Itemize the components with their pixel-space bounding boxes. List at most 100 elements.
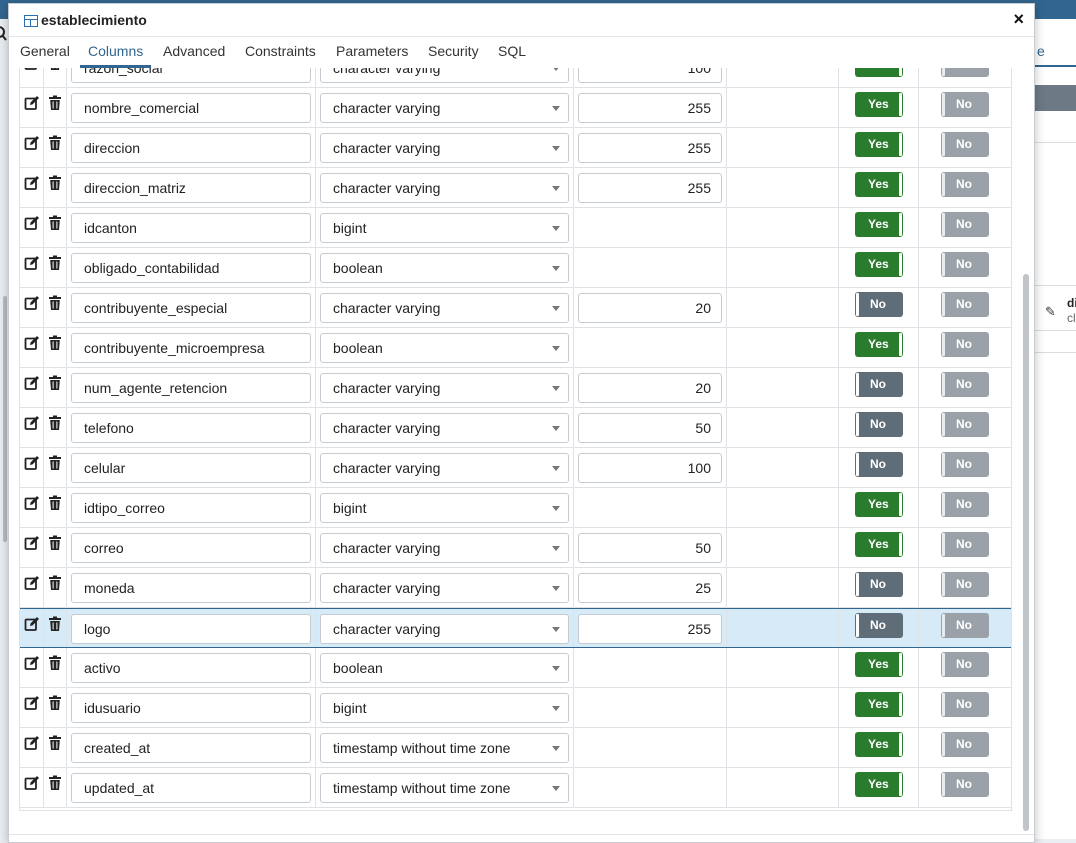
trash-icon[interactable] (48, 695, 62, 711)
tab-parameters[interactable]: Parameters (336, 38, 408, 68)
data-type-select[interactable]: character varying (320, 413, 569, 443)
primary-key-toggle[interactable]: No (941, 572, 989, 597)
data-type-select[interactable]: boolean (320, 333, 569, 363)
primary-key-toggle[interactable]: No (941, 492, 989, 517)
not-null-toggle[interactable]: Yes (855, 252, 903, 277)
column-name-input[interactable] (71, 773, 311, 803)
data-type-select[interactable]: timestamp without time zone (320, 733, 569, 763)
trash-icon[interactable] (48, 95, 62, 111)
length-input[interactable] (578, 173, 722, 203)
length-input[interactable] (578, 68, 722, 83)
primary-key-toggle[interactable]: No (941, 532, 989, 557)
edit-icon[interactable] (24, 68, 40, 71)
trash-icon[interactable] (48, 535, 62, 551)
column-row[interactable]: bigint Yes No (20, 208, 1011, 248)
trash-icon[interactable] (48, 375, 62, 391)
column-name-input[interactable] (71, 573, 311, 603)
edit-icon[interactable] (24, 695, 40, 711)
edit-icon[interactable] (24, 135, 40, 151)
column-name-input[interactable] (71, 173, 311, 203)
tab-general[interactable]: General (20, 38, 70, 68)
column-name-input[interactable] (71, 614, 311, 644)
primary-key-toggle[interactable]: No (941, 68, 989, 77)
not-null-toggle[interactable]: Yes (855, 332, 903, 357)
primary-key-toggle[interactable]: No (941, 372, 989, 397)
column-row[interactable]: character varying Yes No (20, 88, 1011, 128)
column-row[interactable]: timestamp without time zone Yes No (20, 768, 1011, 808)
background-tab-fragment[interactable]: e (1035, 35, 1076, 67)
column-row[interactable]: boolean Yes No (20, 328, 1011, 368)
column-row[interactable]: character varying No No (20, 288, 1011, 328)
column-name-input[interactable] (71, 68, 311, 83)
trash-icon[interactable] (48, 335, 62, 351)
trash-icon[interactable] (48, 616, 62, 632)
length-input[interactable] (578, 133, 722, 163)
edit-icon[interactable] (24, 255, 40, 271)
column-row[interactable]: boolean Yes No (20, 248, 1011, 288)
edit-icon[interactable] (24, 495, 40, 511)
close-icon[interactable]: × (1013, 9, 1024, 30)
trash-icon[interactable] (48, 575, 62, 591)
not-null-toggle[interactable]: Yes (855, 732, 903, 757)
column-row[interactable]: character varying Yes No (20, 128, 1011, 168)
tab-security[interactable]: Security (428, 38, 479, 68)
column-name-input[interactable] (71, 693, 311, 723)
tab-sql[interactable]: SQL (498, 38, 526, 68)
trash-icon[interactable] (48, 135, 62, 151)
data-type-select[interactable]: boolean (320, 653, 569, 683)
columns-scrollbar-thumb[interactable] (1023, 274, 1029, 831)
column-row[interactable]: character varying No No (20, 448, 1011, 488)
not-null-toggle[interactable]: No (855, 452, 903, 477)
column-name-input[interactable] (71, 293, 311, 323)
pencil-icon[interactable]: ✎ (1045, 304, 1056, 320)
trash-icon[interactable] (48, 415, 62, 431)
data-type-select[interactable]: timestamp without time zone (320, 773, 569, 803)
background-scrollbar[interactable] (3, 296, 7, 542)
column-name-input[interactable] (71, 213, 311, 243)
not-null-toggle[interactable]: Yes (855, 212, 903, 237)
length-input[interactable] (578, 533, 722, 563)
column-name-input[interactable] (71, 453, 311, 483)
primary-key-toggle[interactable]: No (941, 412, 989, 437)
edit-icon[interactable] (24, 415, 40, 431)
not-null-toggle[interactable]: Yes (855, 68, 903, 77)
not-null-toggle[interactable]: Yes (855, 132, 903, 157)
trash-icon[interactable] (48, 655, 62, 671)
length-input[interactable] (578, 93, 722, 123)
edit-icon[interactable] (24, 535, 40, 551)
length-input[interactable] (578, 614, 722, 644)
trash-icon[interactable] (48, 455, 62, 471)
edit-icon[interactable] (24, 575, 40, 591)
data-type-select[interactable]: character varying (320, 293, 569, 323)
data-type-select[interactable]: bigint (320, 693, 569, 723)
column-name-input[interactable] (71, 733, 311, 763)
column-name-input[interactable] (71, 533, 311, 563)
data-type-select[interactable]: character varying (320, 173, 569, 203)
edit-icon[interactable] (24, 215, 40, 231)
column-row[interactable]: character varying No No (20, 408, 1011, 448)
column-name-input[interactable] (71, 413, 311, 443)
edit-icon[interactable] (24, 616, 40, 632)
column-name-input[interactable] (71, 493, 311, 523)
data-type-select[interactable]: character varying (320, 68, 569, 83)
primary-key-toggle[interactable]: No (941, 732, 989, 757)
tab-columns[interactable]: Columns (80, 38, 152, 68)
edit-icon[interactable] (24, 335, 40, 351)
column-row[interactable]: character varying Yes No (20, 168, 1011, 208)
data-type-select[interactable]: character varying (320, 453, 569, 483)
not-null-toggle[interactable]: Yes (855, 492, 903, 517)
length-input[interactable] (578, 373, 722, 403)
trash-icon[interactable] (48, 68, 62, 71)
edit-icon[interactable] (24, 655, 40, 671)
length-input[interactable] (578, 453, 722, 483)
edit-icon[interactable] (24, 455, 40, 471)
primary-key-toggle[interactable]: No (941, 212, 989, 237)
primary-key-toggle[interactable]: No (941, 172, 989, 197)
primary-key-toggle[interactable]: No (941, 692, 989, 717)
data-type-select[interactable]: character varying (320, 93, 569, 123)
column-row[interactable]: timestamp without time zone Yes No (20, 728, 1011, 768)
edit-icon[interactable] (24, 95, 40, 111)
tab-advanced[interactable]: Advanced (163, 38, 225, 68)
not-null-toggle[interactable]: Yes (855, 772, 903, 797)
edit-icon[interactable] (24, 735, 40, 751)
